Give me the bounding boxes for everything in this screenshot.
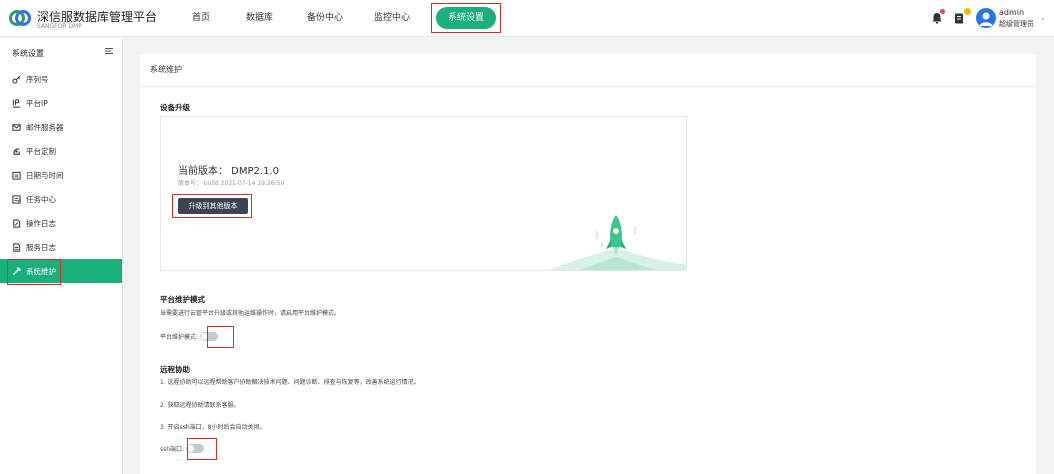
upgrade-highlight-box: [172, 194, 252, 218]
task-icon: [12, 194, 21, 204]
notification-dot: [940, 9, 945, 14]
customize-icon: [13, 147, 20, 155]
ip-icon: [12, 98, 21, 108]
collapse-menu-icon[interactable]: [104, 46, 114, 56]
sidebar-item-task-center[interactable]: 任务中心: [0, 187, 122, 211]
maintenance-toggle-highlight-box: [207, 326, 234, 348]
nav-database[interactable]: 数据库: [246, 0, 273, 37]
sangfor-logo-icon: [9, 10, 31, 26]
sidebar: 系统设置 序列号 平台IP 邮件服务器 平台定制 日期与时间 任务中心 操作日志…: [0, 38, 123, 474]
section-title-remote: 远程协助: [160, 365, 190, 374]
ssh-toggle-highlight-box: [187, 438, 217, 460]
remote-line-1: 1. 远程协助可以远程帮助客户协助解决技术问题、问题诊断、排查与恢复等，改善系统…: [160, 379, 420, 386]
sidebar-item-label: 服务日志: [26, 242, 56, 252]
section-title-upgrade: 设备升级: [160, 103, 190, 112]
sidebar-item-operation-log[interactable]: 操作日志: [0, 211, 122, 235]
sidebar-item-label: 任务中心: [26, 194, 56, 204]
sidebar-item-platform-ip[interactable]: 平台IP: [0, 91, 122, 115]
rocket-illustration-icon: [548, 215, 686, 270]
sidebar-item-service-log[interactable]: 服务日志: [0, 235, 122, 259]
nav-highlight-box: [431, 3, 501, 33]
sidebar-item-serial-number[interactable]: 序列号: [0, 67, 122, 91]
nav-backup-center[interactable]: 备份中心: [307, 0, 343, 37]
sidebar-item-mail-server[interactable]: 邮件服务器: [0, 115, 122, 139]
nav-monitor-center[interactable]: 监控中心: [374, 0, 410, 37]
sidebar-item-label: 操作日志: [26, 218, 56, 228]
brand-subtitle: SANGFOR DMP: [37, 23, 82, 30]
sidebar-item-date-time[interactable]: 日期与时间: [0, 163, 122, 187]
sidebar-item-label: 序列号: [26, 74, 49, 84]
user-avatar-icon: [979, 12, 993, 26]
current-version: 当前版本： DMP2.1.0: [178, 166, 279, 177]
maintenance-toggle-label: 平台维护模式:: [160, 334, 199, 341]
sidebar-item-label: 日期与时间: [26, 170, 64, 180]
divider: [140, 86, 1036, 87]
sidebar-title: 系统设置: [12, 49, 44, 58]
sidebar-item-label: 平台定制: [26, 146, 56, 156]
top-header: 深信服数据库管理平台 SANGFOR DMP 首页 数据库 备份中心 监控中心 …: [0, 0, 1054, 37]
service-log-icon: [13, 242, 21, 252]
sidebar-item-label: 邮件服务器: [26, 122, 64, 132]
calendar-icon: [12, 171, 21, 180]
ssh-toggle-label: ssh端口:: [160, 446, 185, 453]
key-icon: [12, 75, 21, 84]
sidebar-item-label: 平台IP: [26, 98, 48, 108]
user-name[interactable]: admin: [999, 8, 1024, 17]
user-role: 超级管理员: [999, 20, 1034, 28]
mail-icon: [12, 123, 21, 131]
sidebar-item-platform-customize[interactable]: 平台定制: [0, 139, 122, 163]
avatar[interactable]: [976, 8, 996, 28]
operation-log-icon: [13, 218, 21, 228]
main-panel: 系统维护 设备升级 当前版本： DMP2.1.0 版本号： build 2021…: [140, 54, 1036, 474]
build-number: 版本号： build 2021-07-14 19:26:50: [178, 180, 285, 187]
task-badge: [964, 8, 971, 15]
sidebar-highlight-box: [7, 259, 61, 285]
remote-line-3: 3. 开启ssh端口，8小时后会自动关闭。: [160, 424, 266, 431]
page-title: 系统维护: [150, 65, 182, 74]
chevron-down-icon[interactable]: ⌄: [1040, 14, 1046, 22]
section-title-maintenance: 平台维护模式: [160, 295, 205, 304]
maintenance-description: 当需要进行云管平台升级或其他运维操作时，请启用平台维护模式。: [160, 310, 341, 317]
nav-home[interactable]: 首页: [192, 0, 210, 37]
remote-line-2: 2. 获取远程协助请联系客服。: [160, 402, 240, 409]
